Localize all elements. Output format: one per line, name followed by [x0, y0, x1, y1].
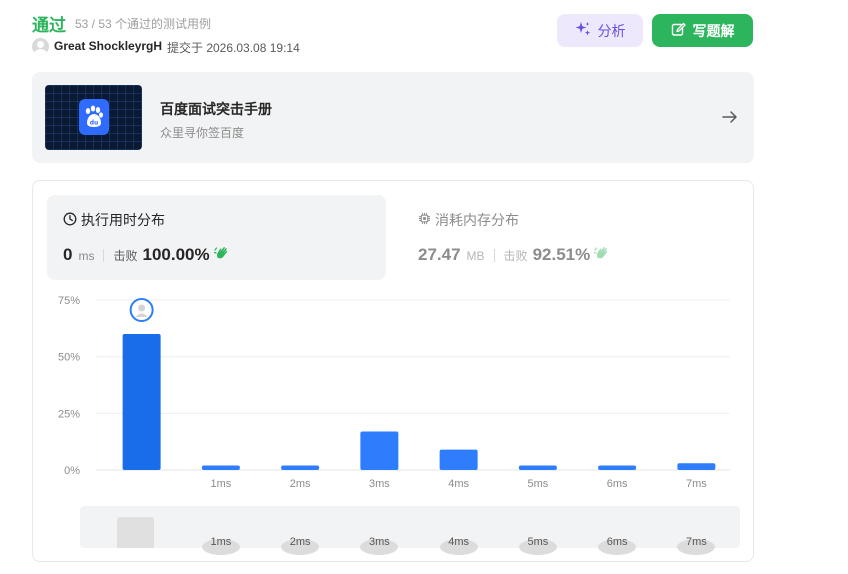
slider-tick-label: 1ms	[210, 536, 232, 548]
x-tick-label: 4ms	[448, 478, 469, 490]
y-tick-label: 75%	[58, 295, 80, 307]
status-label: 通过	[32, 16, 66, 35]
y-tick-label: 0%	[64, 465, 80, 477]
sparkle-icon	[575, 21, 591, 40]
write-solution-button[interactable]: 写题解	[652, 14, 753, 47]
svg-text:du: du	[90, 120, 99, 127]
x-tick-label: 2ms	[290, 478, 311, 490]
chart-bar	[598, 465, 637, 470]
analyze-button[interactable]: 分析	[557, 14, 643, 47]
chart-y-axis: 0% 25% 50% 75%	[58, 295, 80, 477]
chart-bar	[360, 431, 399, 470]
chart-grid	[96, 299, 730, 471]
slider-handle[interactable]	[117, 517, 154, 548]
y-tick-label: 50%	[58, 352, 80, 364]
slider-tick-label: 4ms	[448, 536, 470, 548]
slider-tick-label: 3ms	[368, 536, 390, 548]
edit-icon	[671, 22, 686, 40]
chart-bar	[281, 465, 320, 470]
chart-bar	[122, 334, 161, 470]
chart-bar	[677, 463, 716, 470]
analyze-label: 分析	[597, 22, 626, 39]
y-tick-label: 25%	[58, 408, 80, 420]
user-avatar[interactable]	[32, 38, 49, 55]
chart-bar	[439, 449, 478, 470]
x-tick-label: 5ms	[527, 478, 548, 490]
slider-tick-label: 2ms	[289, 536, 311, 548]
user-position-marker	[129, 298, 154, 322]
x-tick-label: 7ms	[686, 478, 707, 490]
baidu-logo-icon: du	[79, 99, 109, 135]
submit-time: 提交于 2026.03.08 19:14	[167, 41, 300, 55]
chart-bar	[518, 465, 557, 470]
chart-bars	[122, 334, 716, 470]
slider-tick-label: 6ms	[606, 536, 628, 548]
slider-tick-label: 5ms	[527, 536, 549, 548]
pass-count: 53 / 53 个通过的测试用例	[75, 17, 212, 31]
write-solution-label: 写题解	[692, 22, 735, 39]
promo-thumbnail: du	[45, 85, 142, 150]
x-tick-label: 3ms	[369, 478, 390, 490]
x-tick-label: 6ms	[607, 478, 628, 490]
avatar-head	[138, 304, 146, 312]
slider-tick-label: 7ms	[685, 536, 707, 548]
promo-subtitle: 众里寻你签百度	[160, 126, 245, 140]
runtime-distribution-chart[interactable]: 0% 25% 50% 75% 1ms 2ms 3ms 4ms 5ms 6ms 7ms	[33, 181, 753, 501]
range-slider[interactable]: 1ms 2ms 3ms 4ms 5ms 6ms 7ms	[80, 506, 740, 555]
performance-panel: 执行用时分布 0 ms 击败 100.00% 消耗内存分布 27.47 MB 击…	[32, 180, 754, 562]
promo-title: 百度面试突击手册	[160, 101, 272, 117]
submission-header: 通过 53 / 53 个通过的测试用例 Great ShockleyrgH 提交…	[32, 10, 754, 62]
promo-banner[interactable]: du 百度面试突击手册 众里寻你签百度	[32, 72, 754, 163]
chart-x-axis: 1ms 2ms 3ms 4ms 5ms 6ms 7ms	[210, 478, 707, 490]
user-name[interactable]: Great ShockleyrgH	[54, 39, 162, 53]
x-tick-label: 1ms	[210, 478, 231, 490]
arrow-right-icon[interactable]	[721, 108, 739, 126]
chart-bar	[201, 465, 240, 470]
